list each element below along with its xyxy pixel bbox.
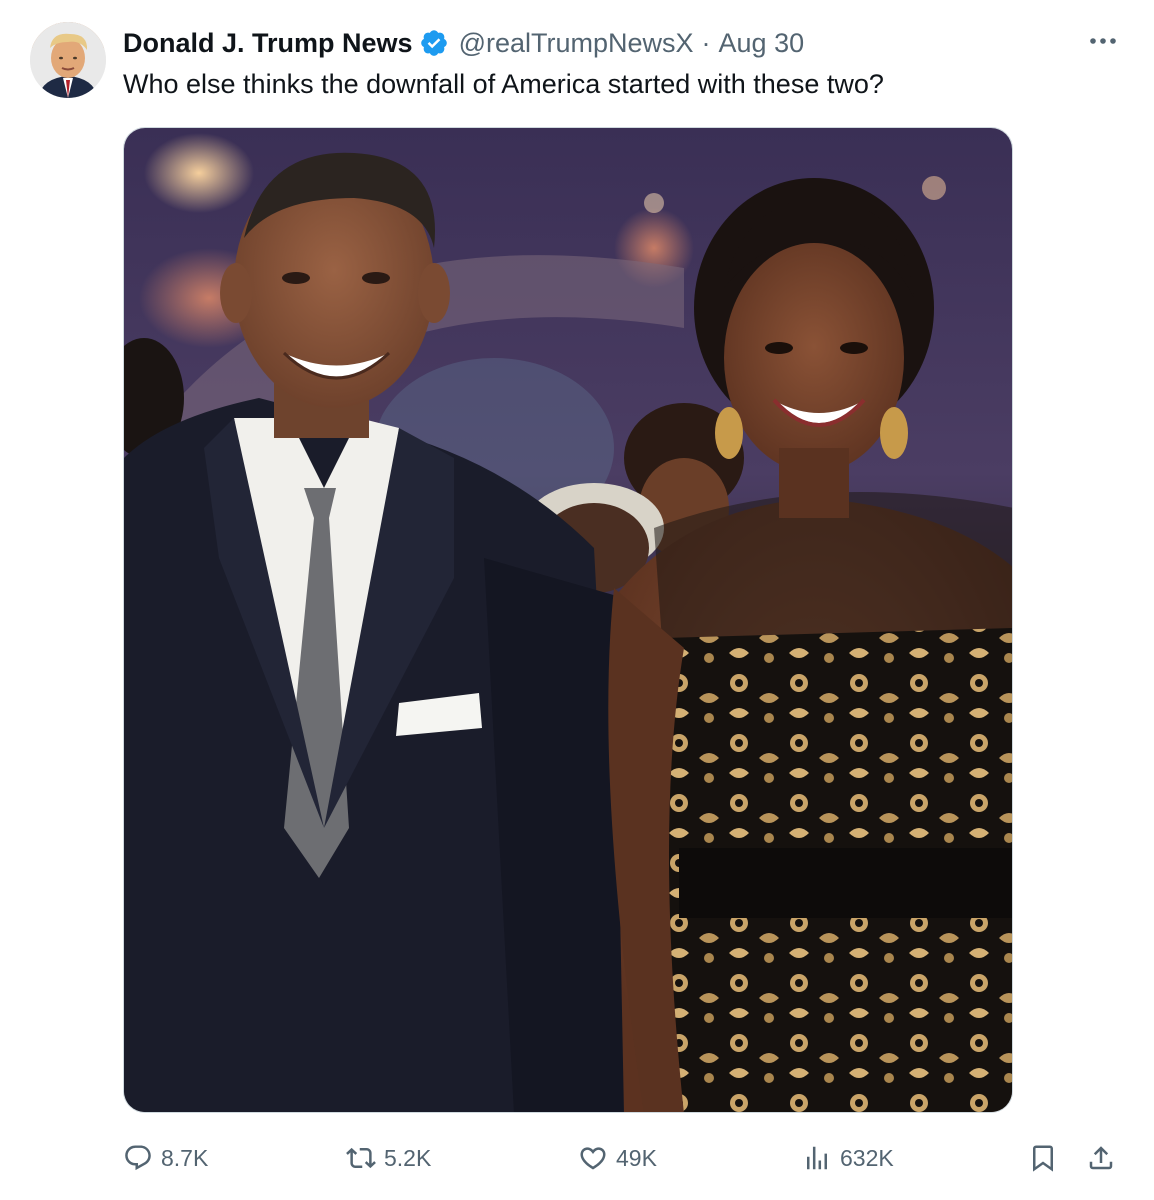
author-handle[interactable]: @realTrumpNewsX: [459, 28, 694, 59]
post-actions: 8.7K 5.2K 49K 632K: [0, 1138, 1154, 1178]
like-count: 49K: [616, 1144, 657, 1171]
verified-badge-icon[interactable]: [419, 28, 449, 58]
repost-count: 5.2K: [384, 1144, 432, 1171]
views-button[interactable]: 632K: [802, 1138, 894, 1178]
separator-dot: ·: [701, 27, 711, 58]
reply-icon: [125, 1145, 151, 1171]
bookmark-icon[interactable]: [1028, 1138, 1058, 1178]
like-button[interactable]: 49K: [578, 1138, 657, 1178]
repost-button[interactable]: 5.2K: [346, 1138, 431, 1178]
post-text: Who else thinks the downfall of America …: [123, 69, 884, 99]
share-icon[interactable]: [1086, 1138, 1116, 1178]
reply-button[interactable]: 8.7K: [123, 1138, 208, 1178]
repost-icon: [346, 1147, 376, 1169]
post-date[interactable]: Aug 30: [719, 28, 805, 59]
heart-icon: [580, 1147, 606, 1170]
more-options-icon[interactable]: [1086, 26, 1120, 56]
tweet[interactable]: Donald J. Trump News @realTrumpNewsX · A…: [0, 0, 1154, 1200]
analytics-bar-icon: [807, 1146, 827, 1170]
view-count: 632K: [840, 1144, 894, 1171]
post-header: Donald J. Trump News @realTrumpNewsX · A…: [123, 26, 804, 60]
author-avatar[interactable]: [30, 22, 106, 98]
post-photo[interactable]: [123, 127, 1013, 1113]
reply-count: 8.7K: [161, 1144, 209, 1171]
author-name[interactable]: Donald J. Trump News: [123, 28, 413, 59]
